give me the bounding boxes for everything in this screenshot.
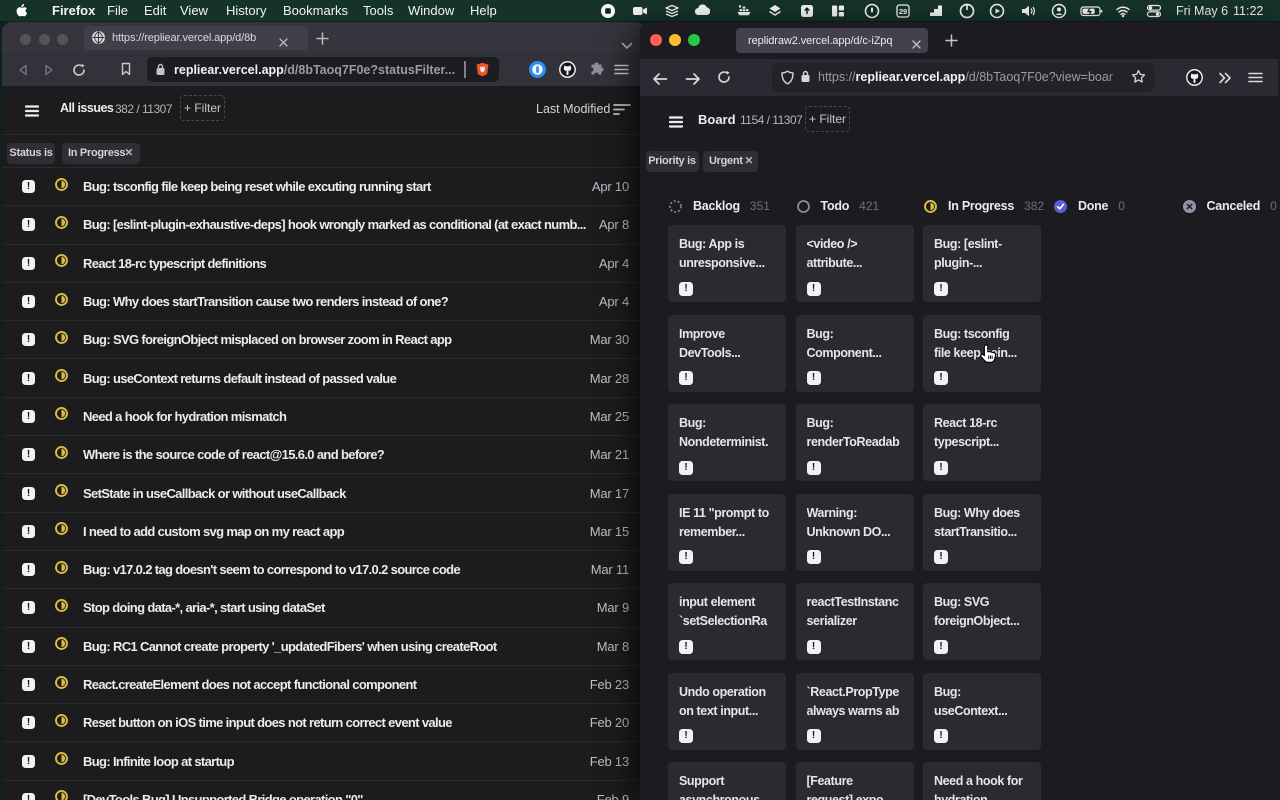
- svg-text:29: 29: [899, 7, 907, 16]
